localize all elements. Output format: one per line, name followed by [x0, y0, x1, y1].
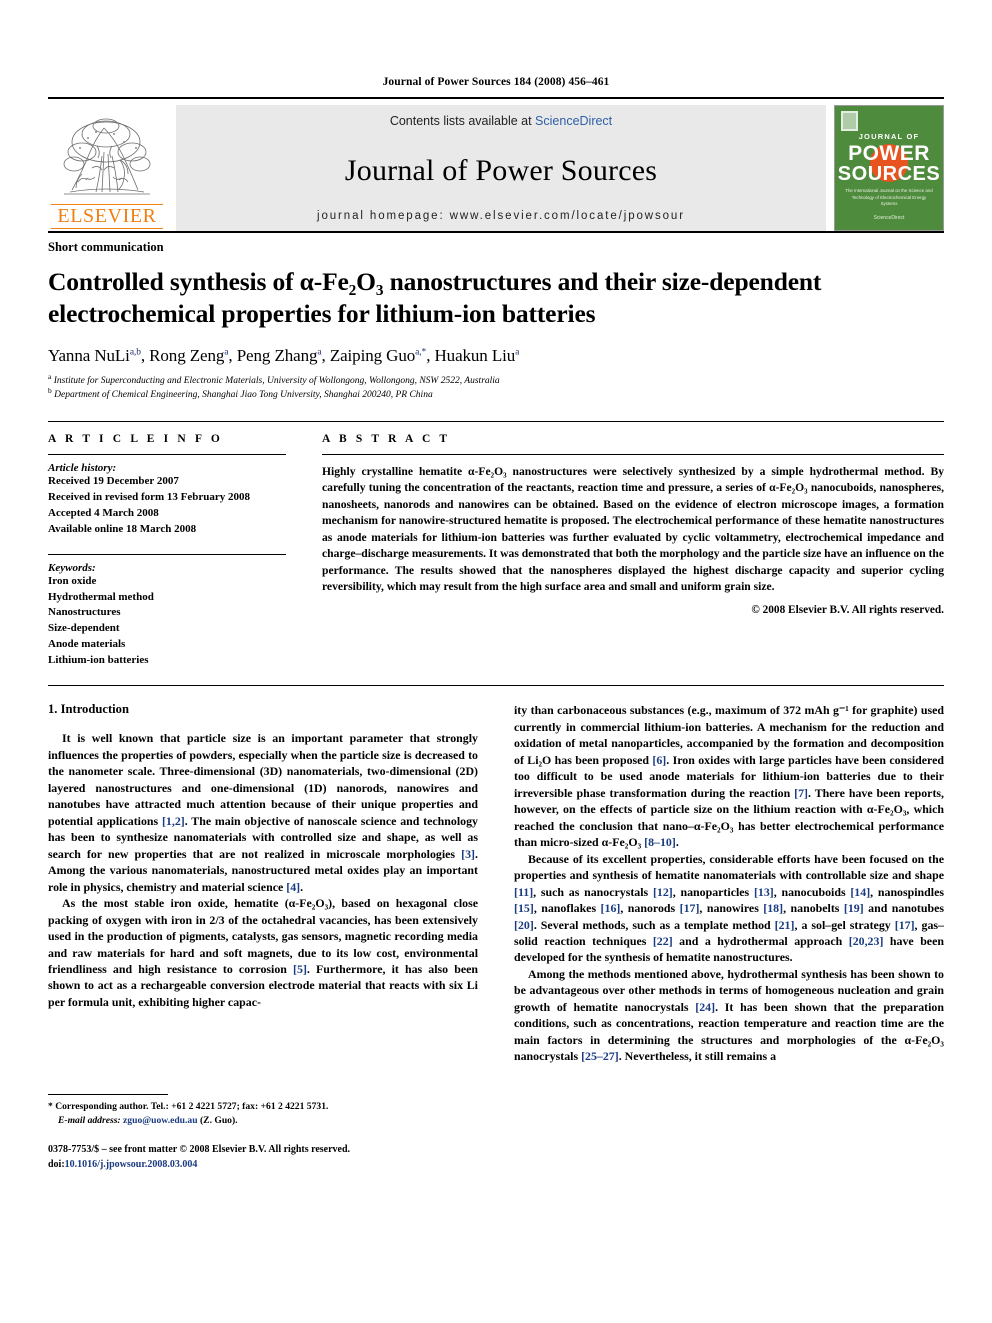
- author-list: Yanna NuLia,b, Rong Zenga, Peng Zhanga, …: [48, 346, 520, 366]
- email-owner: (Z. Guo).: [199, 1115, 238, 1127]
- section-heading-introduction: 1. Introduction: [48, 702, 129, 717]
- article-page: Journal of Power Sources 184 (2008) 456–…: [0, 0, 992, 1323]
- article-info-column: A R T I C L E I N F O Article history: R…: [48, 433, 286, 669]
- abstract-body: Highly crystalline hematite α-Fe₂O₃ nano…: [322, 453, 944, 617]
- issn-line: 0378-7753/$ – see front matter © 2008 El…: [48, 1144, 351, 1156]
- doi-link[interactable]: 10.1016/j.jpowsour.2008.03.004: [65, 1159, 198, 1170]
- footnote-area: * Corresponding author. Tel.: +61 2 4221…: [48, 1094, 478, 1172]
- page-title: Controlled synthesis of α-Fe₂O₃ nanostru…: [48, 267, 822, 328]
- body-top-rule: [48, 685, 944, 687]
- elsevier-tree-icon: [52, 112, 162, 204]
- sciencedirect-banner: Contents lists available at ScienceDirec…: [176, 105, 826, 231]
- affiliation-marker: b: [48, 385, 52, 395]
- article-history-block: Article history: Received 19 December 20…: [48, 453, 286, 538]
- elsevier-logo: ELSEVIER: [48, 105, 166, 231]
- footnote-rule: [48, 1094, 168, 1096]
- history-item: Available online 18 March 2008: [48, 522, 197, 535]
- affiliation-marker: a: [48, 372, 52, 382]
- email-link[interactable]: zguo@uow.edu.au: [123, 1115, 198, 1126]
- info-abstract-block: A R T I C L E I N F O Article history: R…: [48, 420, 944, 669]
- doi-label: doi:: [48, 1158, 65, 1170]
- affiliation-text: Department of Chemical Engineering, Shan…: [54, 390, 433, 401]
- keyword-item: Nanostructures: [48, 606, 121, 619]
- cover-sources-label: SOURCES: [837, 163, 941, 185]
- article-history-title: Article history:: [48, 461, 117, 474]
- abstract-column: A B S T R A C T Highly crystalline hemat…: [322, 433, 944, 669]
- abstract-heading: A B S T R A C T: [322, 432, 451, 445]
- article-info-heading: A R T I C L E I N F O: [48, 432, 223, 445]
- masthead-bottom-rule: [48, 231, 944, 233]
- article-doctype: Short communication: [48, 240, 164, 254]
- issn-block: 0378-7753/$ – see front matter © 2008 El…: [48, 1143, 478, 1172]
- cover-power-label: POWER: [848, 142, 930, 165]
- article-body: 1. Introduction It is well known that pa…: [48, 702, 944, 1172]
- corresponding-marker: *: [48, 1101, 53, 1113]
- body-column-left: 1. Introduction It is well known that pa…: [48, 702, 478, 1172]
- keyword-item: Size-dependent: [48, 622, 120, 635]
- body-paragraph: Among the methods mentioned above, hydro…: [514, 966, 944, 1064]
- cover-strapline: The International Journal on the Science…: [845, 188, 933, 207]
- running-head: Journal of Power Sources 184 (2008) 456–…: [382, 76, 610, 88]
- affiliation-a: a Institute for Superconducting and Elec…: [48, 372, 944, 389]
- email-note: E-mail address: zguo@uow.edu.au (Z. Guo)…: [48, 1114, 478, 1128]
- journal-homepage-line[interactable]: journal homepage: www.elsevier.com/locat…: [317, 210, 685, 222]
- journal-masthead: ELSEVIER Contents lists available at Sci…: [48, 97, 944, 231]
- keyword-item: Anode materials: [48, 638, 126, 651]
- abstract-text: Highly crystalline hematite α-Fe₂O₃ nano…: [322, 464, 944, 593]
- journal-cover-thumbnail: JOURNAL OF POWER SOURCES The Internation…: [834, 105, 944, 231]
- contents-line: Contents lists available at ScienceDirec…: [390, 114, 612, 128]
- affiliation-list: a Institute for Superconducting and Elec…: [48, 372, 944, 403]
- keyword-item: Hydrothermal method: [48, 590, 154, 603]
- cover-journal-of-label: JOURNAL OF: [858, 132, 920, 141]
- corresponding-text: Corresponding author. Tel.: +61 2 4221 5…: [55, 1101, 329, 1113]
- corresponding-author-note: * Corresponding author. Tel.: +61 2 4221…: [48, 1100, 478, 1114]
- elsevier-wordmark: ELSEVIER: [51, 204, 163, 229]
- history-item: Received in revised form 13 February 200…: [48, 490, 251, 503]
- body-paragraph: As the most stable iron oxide, hematite …: [48, 896, 478, 1009]
- cover-sciencedirect-footer: ScienceDirect: [873, 214, 905, 221]
- journal-title: Journal of Power Sources: [344, 154, 658, 187]
- affiliation-text: Institute for Superconducting and Electr…: [53, 376, 500, 387]
- keywords-block: Keywords: Iron oxide Hydrothermal method…: [48, 553, 286, 670]
- body-paragraph: Because of its excellent properties, con…: [514, 851, 944, 965]
- body-paragraph: ity than carbonaceous substances (e.g., …: [514, 703, 945, 850]
- sciencedirect-link[interactable]: ScienceDirect: [535, 114, 612, 128]
- abstract-copyright: © 2008 Elsevier B.V. All rights reserved…: [751, 604, 944, 617]
- history-item: Accepted 4 March 2008: [48, 506, 159, 519]
- email-label: E-mail address:: [58, 1115, 121, 1127]
- body-column-right: ity than carbonaceous substances (e.g., …: [514, 702, 944, 1172]
- history-item: Received 19 December 2007: [48, 474, 179, 487]
- affiliation-b: b Department of Chemical Engineering, Sh…: [48, 385, 944, 403]
- body-paragraph: It is well known that particle size is a…: [48, 731, 478, 894]
- keywords-title: Keywords:: [48, 561, 96, 574]
- cover-elsevier-icon: [841, 111, 858, 131]
- doi-line: doi:10.1016/j.jpowsour.2008.03.004: [48, 1158, 478, 1173]
- keyword-item: Lithium-ion batteries: [48, 654, 149, 667]
- contents-line-prefix: Contents lists available at: [389, 114, 536, 128]
- keyword-item: Iron oxide: [48, 574, 97, 587]
